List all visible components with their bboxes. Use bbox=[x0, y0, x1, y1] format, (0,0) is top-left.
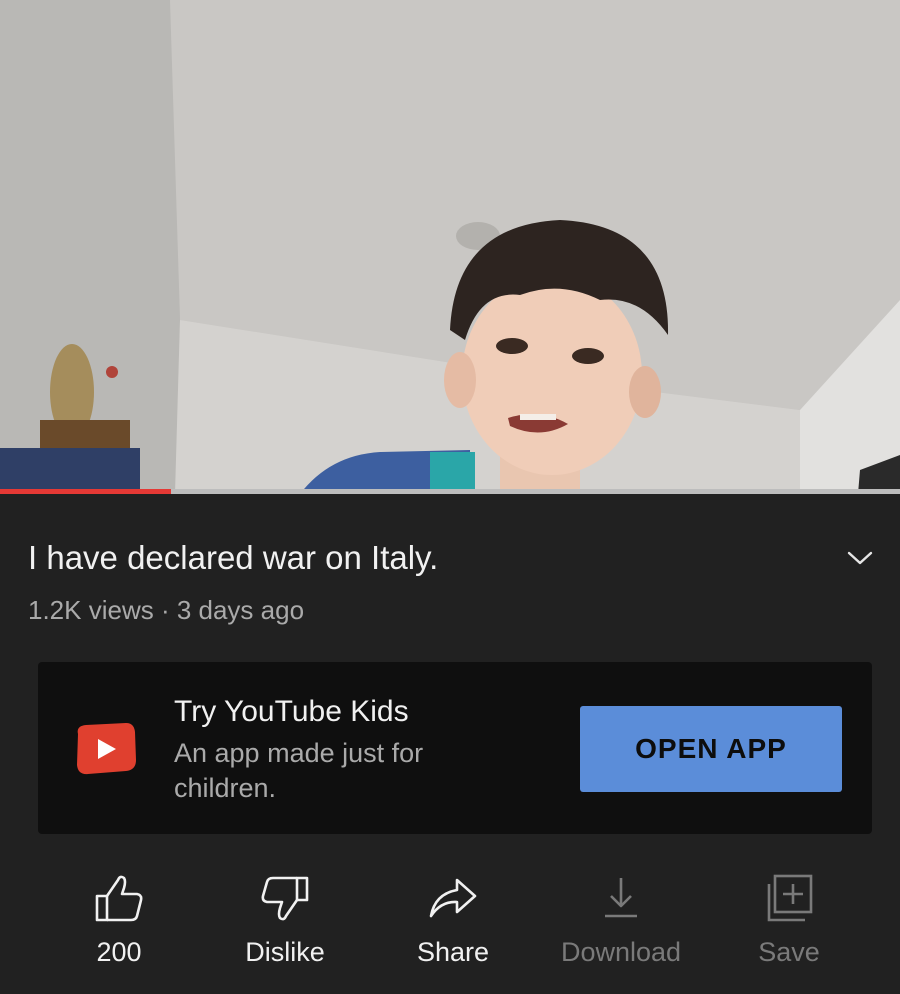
share-label: Share bbox=[416, 937, 490, 967]
video-frame bbox=[0, 0, 900, 494]
video-view-count-and-date: 1.2K views · 3 days ago bbox=[28, 595, 305, 625]
video-watch-page: I have declared war on Italy. 1.2K views… bbox=[0, 0, 900, 994]
like-button[interactable]: 200 bbox=[44, 862, 194, 982]
share-arrow-icon bbox=[429, 878, 477, 918]
chevron-down-icon bbox=[847, 551, 873, 565]
thumbs-up-icon bbox=[95, 875, 143, 922]
video-player[interactable] bbox=[0, 0, 900, 494]
dislike-label: Dislike bbox=[245, 937, 325, 967]
thumbs-down-icon bbox=[261, 876, 309, 921]
save-button[interactable]: Save bbox=[714, 862, 864, 982]
playback-progress-fill bbox=[0, 489, 171, 494]
promo-subtitle: An app made just for children. bbox=[174, 738, 424, 803]
download-button[interactable]: Download bbox=[546, 862, 696, 982]
youtube-kids-logo-icon bbox=[72, 722, 138, 776]
download-icon bbox=[605, 878, 637, 918]
playback-progress-bar[interactable] bbox=[0, 489, 900, 494]
share-button[interactable]: Share bbox=[378, 862, 528, 982]
dislike-button[interactable]: Dislike bbox=[210, 862, 360, 982]
download-label: Download bbox=[560, 937, 682, 967]
youtube-kids-promo-card: Try YouTube Kids An app made just for ch… bbox=[38, 662, 872, 834]
like-count: 200 bbox=[96, 937, 142, 967]
promo-title: Try YouTube Kids bbox=[174, 695, 409, 728]
save-to-playlist-icon bbox=[767, 874, 813, 922]
expand-description-button[interactable] bbox=[832, 536, 888, 580]
video-title[interactable]: I have declared war on Italy. bbox=[28, 536, 808, 580]
open-app-button[interactable]: OPEN APP bbox=[580, 706, 842, 792]
video-action-bar: 200 Dislike Share Download Save bbox=[0, 862, 900, 982]
save-label: Save bbox=[758, 937, 820, 967]
